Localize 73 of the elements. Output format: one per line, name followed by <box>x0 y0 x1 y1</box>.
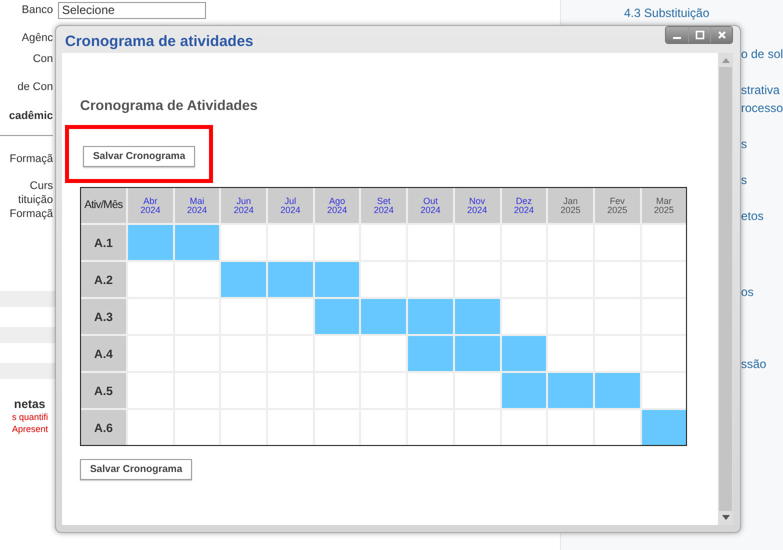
section-title: netas <box>13 397 46 411</box>
scroll-up-icon <box>722 57 730 63</box>
sidebar-link[interactable]: rocesso <box>741 101 783 115</box>
minimize-icon <box>673 37 681 39</box>
filled-cell[interactable] <box>594 373 640 408</box>
maximize-icon <box>694 30 704 40</box>
filled-cell[interactable] <box>408 299 453 334</box>
filled-cell[interactable] <box>314 299 360 334</box>
sidebar-link[interactable]: etos <box>741 209 764 223</box>
row-stripe <box>0 291 55 307</box>
filled-cell[interactable] <box>174 225 220 260</box>
sidebar-link[interactable]: os <box>741 285 754 299</box>
minimize-button[interactable] <box>666 27 688 43</box>
scroll-down-icon <box>722 515 730 521</box>
row-header: A.4 <box>81 336 126 371</box>
field-label: Formaçã <box>10 207 53 221</box>
filled-cell[interactable] <box>502 336 546 371</box>
maximize-button[interactable] <box>688 27 710 43</box>
field-label: Formaçã <box>10 152 53 166</box>
column-header: Ativ/Mês <box>81 188 126 223</box>
scrollbar[interactable] <box>718 53 733 525</box>
filled-cell[interactable] <box>408 336 453 371</box>
row-header: A.6 <box>81 410 126 445</box>
sidebar-link[interactable]: s <box>741 137 747 151</box>
filled-cell[interactable] <box>128 225 173 260</box>
row-header: A.3 <box>81 299 126 334</box>
row-header: A.2 <box>81 262 126 297</box>
filled-cell[interactable] <box>221 262 266 297</box>
section-heading: Cronograma de Atividades <box>80 97 258 113</box>
sidebar-link[interactable]: o de sol <box>741 47 783 61</box>
month-link[interactable]: Jun 2024 <box>221 188 266 223</box>
column-header: Jan 2025 <box>548 188 593 223</box>
filled-cell[interactable] <box>268 262 313 297</box>
sidebar-link[interactable]: s <box>741 173 747 187</box>
filled-cell[interactable] <box>548 373 593 408</box>
bank-select[interactable]: Selecione <box>58 2 206 19</box>
sidebar-link[interactable]: strativa <box>741 83 780 97</box>
dialog-title: Cronograma de atividades <box>64 33 254 50</box>
close-button[interactable] <box>710 27 732 43</box>
month-link[interactable]: Jul 2024 <box>268 188 313 223</box>
warning-text: s quantifi <box>11 411 48 423</box>
row-header: A.5 <box>81 373 126 408</box>
row-stripe <box>0 327 55 343</box>
month-link[interactable]: Abr 2024 <box>128 188 173 223</box>
field-label: Con <box>32 52 53 66</box>
month-link[interactable]: Nov 2024 <box>454 188 500 223</box>
save-button[interactable]: Salvar Cronograma <box>83 146 196 167</box>
sidebar-link[interactable]: 4.3 Substituição <box>624 6 710 20</box>
field-label: de Con <box>18 80 53 94</box>
row-stripe <box>0 363 55 379</box>
field-label: Banco <box>22 3 53 17</box>
month-link[interactable]: Ago 2024 <box>314 188 360 223</box>
filled-cell[interactable] <box>454 336 500 371</box>
close-icon <box>716 30 726 40</box>
field-label: Agênc <box>22 31 53 45</box>
filled-cell[interactable] <box>454 299 500 334</box>
field-label: tituição <box>18 193 53 207</box>
field-label: Curs <box>30 179 53 193</box>
column-header: Fev 2025 <box>594 188 640 223</box>
field-label: cadêmic <box>8 109 53 123</box>
sidebar-link[interactable]: ssão <box>741 357 766 371</box>
row-header: A.1 <box>81 225 126 260</box>
filled-cell[interactable] <box>502 373 546 408</box>
month-link[interactable]: Set 2024 <box>361 188 406 223</box>
warning-text: Apresent <box>11 423 48 435</box>
filled-cell[interactable] <box>361 299 406 334</box>
filled-cell[interactable] <box>642 410 686 445</box>
column-header: Mar 2025 <box>642 188 686 223</box>
month-link[interactable]: Out 2024 <box>408 188 453 223</box>
save-button[interactable]: Salvar Cronograma <box>80 459 192 480</box>
month-link[interactable]: Dez 2024 <box>502 188 546 223</box>
filled-cell[interactable] <box>314 262 360 297</box>
month-link[interactable]: Mai 2024 <box>174 188 220 223</box>
